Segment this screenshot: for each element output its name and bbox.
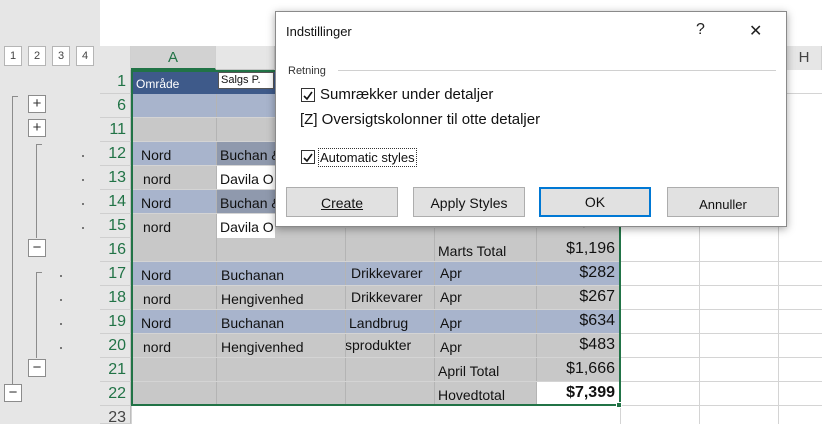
- row-header[interactable]: 17: [100, 262, 131, 286]
- row-header[interactable]: 13: [100, 166, 131, 190]
- row-divider: [620, 381, 822, 382]
- outline-level-3-button[interactable]: 3: [52, 46, 70, 66]
- outline-expand-button[interactable]: +: [28, 95, 46, 113]
- row-header[interactable]: 1: [100, 70, 131, 94]
- row-header[interactable]: 14: [100, 190, 131, 214]
- summary-columns-label[interactable]: [Z] Oversigtskolonner til otte detaljer: [300, 111, 540, 128]
- create-button[interactable]: Create: [286, 187, 398, 217]
- outline-collapse-button[interactable]: −: [28, 359, 46, 377]
- row-divider: [620, 405, 822, 406]
- cancel-button-label: Annuller: [699, 197, 747, 212]
- group-divider: [338, 70, 776, 71]
- outline-bracket-tick: [12, 96, 18, 97]
- outline-bracket-april: [36, 272, 37, 358]
- ok-button[interactable]: OK: [539, 187, 651, 217]
- row-header[interactable]: 21: [100, 358, 131, 382]
- outline-dot: [82, 227, 84, 229]
- outline-level-1-button[interactable]: 1: [4, 46, 22, 66]
- row-header[interactable]: 20: [100, 334, 131, 358]
- outline-dot: [60, 275, 62, 277]
- apply-styles-button-label: Apply Styles: [430, 195, 508, 211]
- check-icon: [303, 91, 313, 101]
- row-header[interactable]: 22: [100, 382, 131, 406]
- outline-bracket-tick: [36, 272, 42, 273]
- outline-dot: [82, 155, 84, 157]
- row-divider: [620, 357, 822, 358]
- settings-dialog: Indstillinger ? ✕ Retning Sumrækker unde…: [275, 11, 787, 227]
- row-header[interactable]: 19: [100, 310, 131, 334]
- group-label: Retning: [288, 65, 326, 77]
- row-divider: [620, 333, 822, 334]
- row-divider: [620, 309, 822, 310]
- close-icon[interactable]: ✕: [749, 21, 762, 41]
- outline-collapse-button[interactable]: −: [28, 239, 46, 257]
- outline-level-2-button[interactable]: 2: [28, 46, 46, 66]
- fill-handle[interactable]: [616, 402, 622, 408]
- outline-collapse-button[interactable]: −: [4, 384, 22, 402]
- dialog-title: Indstillinger: [286, 24, 352, 39]
- row-header[interactable]: 15: [100, 214, 131, 238]
- outline-dot: [60, 299, 62, 301]
- select-all-corner[interactable]: [100, 46, 131, 70]
- row-header[interactable]: 18: [100, 286, 131, 310]
- row-header[interactable]: 12: [100, 142, 131, 166]
- outline-bracket-level1: [12, 96, 13, 384]
- outline-level-4-button[interactable]: 4: [76, 46, 94, 66]
- column-header-b[interactable]: [216, 46, 275, 70]
- outline-bracket-tick: [36, 144, 42, 145]
- outline-dot: [82, 203, 84, 205]
- ok-button-label: OK: [584, 194, 606, 210]
- row-divider: [620, 285, 822, 286]
- column-header-a[interactable]: A: [131, 46, 216, 70]
- automatic-styles-label[interactable]: Automatic styles: [318, 148, 417, 167]
- outline-dot: [60, 323, 62, 325]
- outline-bracket-march: [36, 144, 37, 238]
- create-button-label: Create: [320, 195, 364, 211]
- row-header[interactable]: 11: [100, 118, 131, 142]
- apply-styles-button[interactable]: Apply Styles: [413, 187, 525, 217]
- summary-rows-label[interactable]: Sumrækker under detaljer: [320, 86, 493, 103]
- column-header-h[interactable]: H: [787, 46, 822, 70]
- row-header[interactable]: 6: [100, 94, 131, 118]
- row-header[interactable]: 23: [100, 406, 131, 426]
- row-divider: [620, 261, 822, 262]
- cancel-button[interactable]: Annuller: [667, 187, 779, 217]
- summary-rows-checkbox[interactable]: [301, 88, 315, 102]
- outline-expand-button[interactable]: +: [28, 119, 46, 137]
- help-button[interactable]: ?: [696, 21, 705, 39]
- automatic-styles-checkbox[interactable]: [301, 150, 315, 164]
- row-header[interactable]: 16: [100, 238, 131, 262]
- outline-dot: [82, 179, 84, 181]
- outline-dot: [60, 347, 62, 349]
- check-icon: [303, 153, 313, 163]
